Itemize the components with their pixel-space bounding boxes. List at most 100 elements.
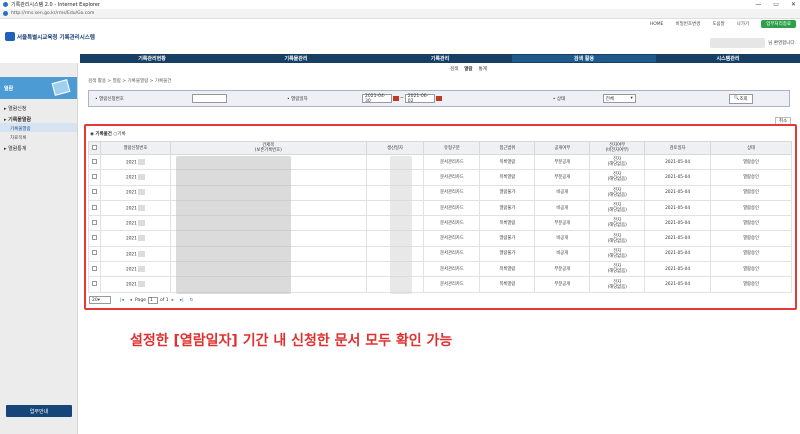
cell-app-no: 2021 (99, 199, 171, 217)
cell-access: 목록열람 (479, 215, 536, 232)
date-to-input[interactable]: 2021-06-02 (404, 94, 435, 104)
cell-open: 비공개 (534, 230, 591, 247)
prev-page-icon[interactable]: ◂ (130, 298, 132, 303)
close-icon[interactable]: ✕ (791, 1, 796, 8)
table-header-row: 열람신청번호 건제목 (보존기록번호) 생산일자 유형구분 접근범위 공개여부 … (88, 141, 792, 155)
col-header[interactable]: 상태 (710, 141, 792, 155)
cell-status: 열람승인 (710, 169, 792, 186)
col-header[interactable]: 건제목 (보존기록번호) (169, 141, 367, 155)
row-checkbox[interactable] (88, 215, 101, 232)
cell-access: 목록열람 (479, 169, 536, 186)
cell-open: 비공개 (534, 199, 591, 217)
cell-type: 문서관리카드 (423, 230, 481, 247)
cell-open: 부분공개 (534, 261, 591, 278)
address-bar[interactable]: http://rms.sen.go.kr/rms/Edu/Go.com (0, 9, 800, 19)
url-text[interactable]: http://rms.sen.go.kr/rms/Edu/Go.com (11, 11, 94, 16)
row-checkbox[interactable] (88, 199, 101, 217)
window-controls[interactable]: — ▭ ✕ (755, 1, 796, 8)
topnav-password[interactable]: 비밀번호변경 (675, 21, 700, 27)
redacted-title-area (176, 156, 291, 294)
cell-elec: 전자 (해당없음) (589, 261, 646, 278)
page-input[interactable]: 1 (147, 296, 158, 304)
minimize-icon[interactable]: — (755, 1, 761, 8)
cell-elec: 전자 (해당없음) (589, 230, 646, 247)
cell-open: 비공개 (534, 245, 591, 263)
header-checkbox[interactable] (88, 141, 101, 155)
sidebar-item[interactable]: ▸ 열람통계 (0, 141, 77, 152)
cell-type: 문서관리카드 (423, 184, 481, 201)
row-checkbox[interactable] (88, 230, 101, 247)
row-checkbox[interactable] (88, 169, 101, 186)
sidebar-subitem-active[interactable]: 기록물열람 (0, 123, 77, 132)
search-button[interactable]: 🔍 조회 (728, 93, 753, 104)
refresh-icon[interactable]: ↻ (190, 298, 194, 303)
app-no-label: • 열람신청번호 (95, 96, 124, 102)
sidebar-item[interactable]: ▸ 열람신청 (0, 99, 77, 112)
sidebar-subitem[interactable]: 자료목록 (0, 132, 77, 141)
gnb-item[interactable]: 시스템관리 (656, 55, 800, 62)
cell-open: 부분공개 (534, 276, 591, 293)
guide-button[interactable]: 업무안내 (6, 405, 72, 417)
cell-type: 문서관리카드 (423, 215, 481, 232)
calendar-icon[interactable] (393, 96, 399, 101)
logo[interactable]: 서울특별시교육청 기록관리시스템 (5, 32, 95, 41)
topnav-help[interactable]: 도움말 (712, 21, 724, 27)
row-checkbox[interactable] (88, 184, 101, 201)
topnav-exit[interactable]: 나가기 (737, 21, 749, 27)
logout-button[interactable]: 업무처리종료 (761, 20, 796, 28)
redacted-date-area (390, 156, 412, 294)
gnb-item-active[interactable]: 검색 활용 (512, 55, 656, 62)
cell-access: 열람불가 (479, 230, 536, 247)
tab-records[interactable]: 기록물건 (95, 132, 112, 137)
sidebar-title: 열람 (4, 85, 14, 92)
row-checkbox[interactable] (88, 153, 101, 171)
cell-app-no: 2021 (99, 230, 171, 247)
sidebar: 열람 ▸ 열람신청 ▸ 기록물열람 기록물열람 자료목록 ▸ 열람통계 업무안내 (0, 63, 78, 434)
col-header[interactable]: 검토일자 (644, 141, 712, 155)
status-select[interactable]: 전체 ▾ (602, 94, 636, 103)
date-from-input[interactable]: 2021-04-30 (362, 94, 392, 104)
cell-open: 부분공개 (534, 169, 591, 186)
tab-other[interactable]: 기록 (117, 132, 125, 137)
next-page-icon[interactable]: ▸ (172, 298, 174, 303)
cell-status: 열람승인 (710, 199, 792, 217)
cell-open: 부분공개 (534, 153, 591, 171)
gnb-item[interactable]: 기록물관리 (224, 55, 368, 62)
col-header[interactable]: 열람신청번호 (99, 141, 171, 155)
cell-review-date: 2021-05-04 (644, 261, 712, 278)
cell-app-no: 2021 (99, 169, 171, 186)
pager: 20 ▾ |◂ ◂ Page 1 of 1 ▸ ▸| ↻ (89, 296, 196, 304)
page-size-select[interactable]: 20 ▾ (89, 296, 111, 304)
col-header[interactable]: 유형구분 (423, 141, 481, 155)
col-header[interactable]: 접근범위 (479, 141, 536, 155)
radio-icon[interactable]: ◉ (90, 132, 94, 137)
top-nav: HOME 비밀번호변경 도움말 나가기 업무처리종료 (644, 20, 800, 28)
gnb-item[interactable]: 기록관리현황 (80, 55, 224, 62)
cell-access: 목록열람 (479, 261, 536, 278)
last-page-icon[interactable]: ▸| (180, 298, 184, 303)
global-nav: 기록관리현황 기록물관리 기록관리 검색 활용 시스템관리 (80, 54, 800, 63)
window-titlebar: 기록관리시스템 2.0 - Internet Explorer — ▭ ✕ (0, 0, 800, 9)
calendar-icon[interactable] (435, 96, 442, 101)
app-no-input[interactable] (192, 94, 227, 103)
row-checkbox[interactable] (88, 261, 101, 278)
cell-review-date: 2021-05-04 (644, 245, 712, 263)
col-header[interactable]: 공개여부 (534, 141, 591, 155)
col-header[interactable]: 생산일자 (365, 141, 425, 155)
topnav-home[interactable]: HOME (650, 22, 664, 27)
subnav-item-active[interactable]: 열람 (464, 66, 472, 72)
col-header[interactable]: 전자여부 (비전자여부) (589, 141, 646, 155)
row-checkbox[interactable] (88, 245, 101, 263)
first-page-icon[interactable]: |◂ (120, 298, 124, 303)
sidebar-item-active[interactable]: ▸ 기록물열람 (0, 112, 77, 123)
cell-elec: 전자 (해당없음) (589, 153, 646, 171)
sub-nav: 검색 열람 통계 (450, 66, 487, 72)
subnav-item[interactable]: 통계 (479, 66, 487, 72)
ie-icon (3, 2, 8, 7)
row-checkbox[interactable] (88, 276, 101, 293)
cell-type: 문서관리카드 (423, 169, 481, 186)
cell-status: 열람승인 (710, 276, 792, 293)
subnav-item[interactable]: 검색 (450, 66, 458, 72)
maximize-icon[interactable]: ▭ (773, 1, 779, 8)
gnb-item[interactable]: 기록관리 (368, 55, 512, 62)
